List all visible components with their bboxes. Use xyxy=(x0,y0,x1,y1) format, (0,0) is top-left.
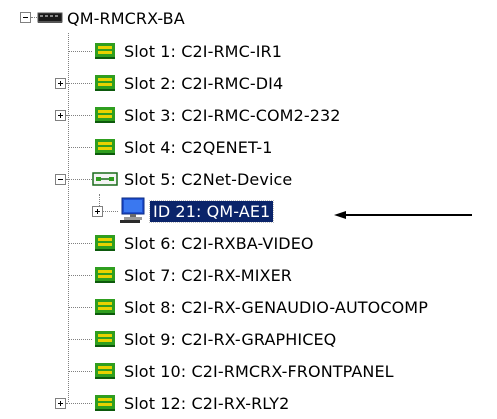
tree-line xyxy=(68,307,92,308)
tree-line xyxy=(66,403,92,404)
tree-line xyxy=(68,51,92,52)
collapse-toggle[interactable] xyxy=(55,174,66,185)
tree-line xyxy=(68,371,92,372)
tree-line xyxy=(68,147,92,148)
tree-node[interactable]: Slot 4: C2QENET-1 xyxy=(121,131,276,163)
tree-node-label: Slot 12: C2I-RX-RLY2 xyxy=(124,393,290,413)
tree-line xyxy=(103,211,118,212)
network-card-icon xyxy=(92,172,118,186)
tree-node-label: ID 21: QM-AE1 xyxy=(148,199,275,223)
tree-node[interactable]: Slot 12: C2I-RX-RLY2 xyxy=(121,387,292,419)
tree-node[interactable]: Slot 6: C2I-RXBA-VIDEO xyxy=(121,227,317,259)
card-icon xyxy=(95,299,115,315)
card-icon xyxy=(95,139,115,155)
tree-node[interactable]: Slot 10: C2I-RMCRX-FRONTPANEL xyxy=(121,355,397,387)
tree-node-label: Slot 6: C2I-RXBA-VIDEO xyxy=(124,233,314,253)
tree-node[interactable]: Slot 3: C2I-RMC-COM2-232 xyxy=(121,99,344,131)
expand-toggle[interactable] xyxy=(92,206,103,217)
card-icon xyxy=(95,43,115,59)
tree-node-label: Slot 8: C2I-RX-GENAUDIO-AUTOCOMP xyxy=(124,297,428,317)
device-icon xyxy=(37,12,63,23)
expand-toggle[interactable] xyxy=(55,110,66,121)
expand-toggle[interactable] xyxy=(55,398,66,409)
tree-node[interactable]: Slot 2: C2I-RMC-DI4 xyxy=(121,67,286,99)
card-icon xyxy=(95,267,115,283)
tree-node-label: Slot 9: C2I-RX-GRAPHICEQ xyxy=(124,329,337,349)
tree-node[interactable]: Slot 5: C2Net-Device xyxy=(121,163,295,195)
card-icon xyxy=(95,107,115,123)
tree-line xyxy=(68,339,92,340)
tree-node-root[interactable]: QM-RMCRX-BA xyxy=(64,2,188,34)
tree-node[interactable]: Slot 1: C2I-RMC-IR1 xyxy=(121,35,285,67)
tree-node-selected[interactable]: ID 21: QM-AE1 xyxy=(148,195,275,227)
tree-line xyxy=(66,83,92,84)
card-icon xyxy=(95,395,115,411)
tree-node-label: QM-RMCRX-BA xyxy=(67,8,185,28)
tree-node-label: Slot 10: C2I-RMCRX-FRONTPANEL xyxy=(124,361,394,381)
tree-node-label: Slot 1: C2I-RMC-IR1 xyxy=(124,41,283,61)
collapse-toggle[interactable] xyxy=(20,12,31,23)
tree-node[interactable]: Slot 9: C2I-RX-GRAPHICEQ xyxy=(121,323,339,355)
tree-node-label: Slot 5: C2Net-Device xyxy=(124,169,293,189)
card-icon xyxy=(95,235,115,251)
tree-line xyxy=(68,243,92,244)
device-tree: QM-RMCRX-BA Slot 1: C2I-RMC-IR1 Slot 2: … xyxy=(0,0,497,417)
tree-line xyxy=(66,179,92,180)
computer-icon xyxy=(120,197,145,223)
card-icon xyxy=(95,75,115,91)
tree-node-label: Slot 7: C2I-RX-MIXER xyxy=(124,265,293,285)
tree-line xyxy=(68,275,92,276)
tree-node-label: Slot 3: C2I-RMC-COM2-232 xyxy=(124,105,341,125)
card-icon xyxy=(95,363,115,379)
expand-toggle[interactable] xyxy=(55,78,66,89)
card-icon xyxy=(95,331,115,347)
left-arrow-icon xyxy=(334,211,472,219)
tree-node-label: Slot 4: C2QENET-1 xyxy=(124,137,273,157)
tree-line xyxy=(68,33,69,402)
tree-node-label: Slot 2: C2I-RMC-DI4 xyxy=(124,73,284,93)
tree-line xyxy=(66,115,92,116)
tree-node[interactable]: Slot 7: C2I-RX-MIXER xyxy=(121,259,295,291)
tree-node[interactable]: Slot 8: C2I-RX-GENAUDIO-AUTOCOMP xyxy=(121,291,431,323)
